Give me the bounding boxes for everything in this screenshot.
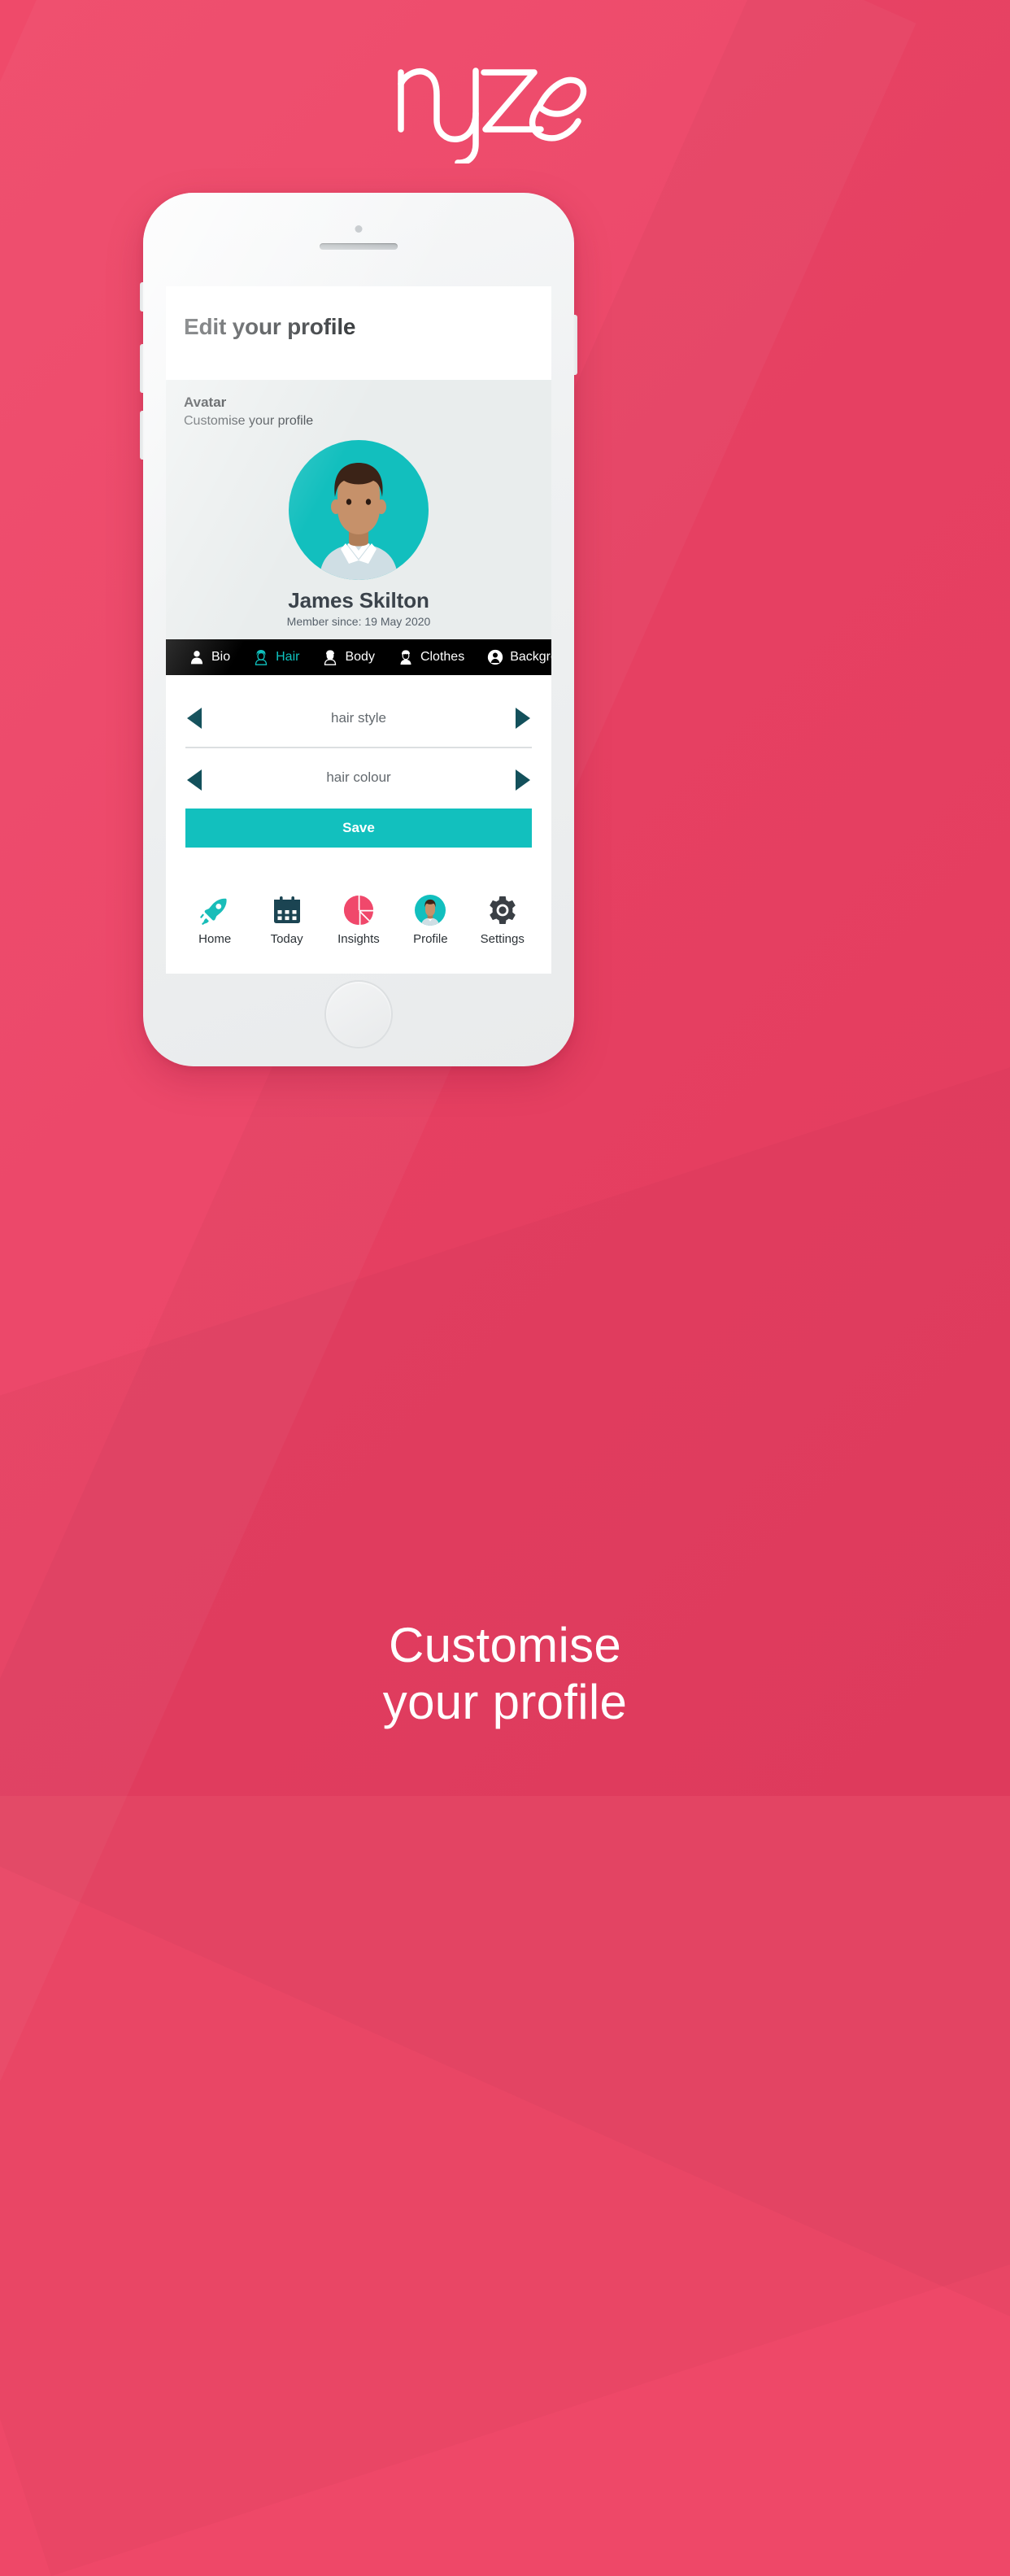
phone-home-button[interactable] — [324, 980, 393, 1048]
nav-label: Profile — [413, 932, 448, 946]
tab-hair[interactable]: Hair — [242, 639, 311, 675]
background-icon — [488, 649, 503, 665]
nav-item-today[interactable]: Today — [253, 894, 321, 946]
selector-label: hair colour — [326, 769, 391, 785]
body-icon — [324, 650, 337, 665]
calendar-icon — [273, 896, 300, 923]
tab-label: Bio — [211, 650, 231, 664]
bottom-navigation-bar: Home Today Insights Profile Settings — [166, 878, 551, 974]
rocket-icon — [200, 898, 227, 925]
speaker-grill-icon — [320, 243, 398, 250]
caption-line-2: your profile — [382, 1674, 628, 1729]
tab-clothes[interactable]: Clothes — [386, 639, 476, 675]
clothes-icon — [400, 650, 411, 665]
avatar-icon — [415, 895, 446, 926]
gear-icon — [489, 896, 516, 924]
nav-item-profile[interactable]: Profile — [396, 894, 464, 946]
pie-chart-icon — [343, 896, 373, 925]
front-camera-icon — [355, 225, 363, 233]
app-header: Edit your profile — [166, 286, 551, 380]
tab-label: Background — [510, 650, 551, 664]
page-title: Edit your profile — [184, 314, 356, 339]
promo-caption: Customise your profile — [0, 1617, 1010, 1731]
phone-power-button — [572, 315, 577, 375]
arrow-left-icon[interactable] — [187, 708, 202, 729]
avatar-category-tab-bar: Bio Hair Body Clothes Backgr — [166, 639, 551, 675]
avatar-subheading: Customise your profile — [184, 414, 314, 428]
tab-bio[interactable]: Bio — [177, 639, 242, 675]
selector-hair-style: hair style — [185, 690, 532, 748]
tab-label: Clothes — [420, 650, 465, 664]
person-icon — [190, 651, 203, 665]
tab-body[interactable]: Body — [311, 639, 385, 675]
option-selectors: hair style hair colour Save — [166, 675, 551, 878]
arrow-left-icon[interactable] — [187, 769, 202, 791]
nav-label: Insights — [337, 932, 380, 946]
phone-volume-down-button — [140, 411, 145, 460]
avatar-heading: Avatar — [184, 394, 227, 410]
user-avatar-illustration-icon[interactable] — [289, 440, 429, 580]
nav-item-insights[interactable]: Insights — [324, 894, 393, 946]
avatar-section: Avatar Customise your profile James Skil… — [166, 380, 551, 639]
tab-label: Body — [345, 650, 375, 664]
phone-silent-switch — [140, 282, 145, 312]
nav-label: Home — [198, 932, 232, 946]
tab-background[interactable]: Background — [476, 639, 551, 675]
nav-item-settings[interactable]: Settings — [468, 894, 537, 946]
caption-line-1: Customise — [388, 1617, 622, 1672]
nav-label: Settings — [480, 932, 525, 946]
ryze-logo — [0, 37, 1010, 168]
save-button[interactable]: Save — [185, 809, 532, 848]
avatar-user-name: James Skilton — [288, 588, 429, 612]
selector-label: hair style — [330, 710, 387, 726]
avatar-member-since: Member since: 19 May 2020 — [286, 615, 431, 628]
nav-label: Today — [270, 932, 303, 946]
arrow-right-icon[interactable] — [516, 708, 530, 729]
arrow-right-icon[interactable] — [516, 769, 530, 791]
app-screen: Edit your profile Avatar Customise your … — [166, 286, 551, 974]
hair-icon — [255, 650, 268, 665]
phone-mockup: Edit your profile Avatar Customise your … — [140, 193, 577, 1066]
nav-item-home[interactable]: Home — [181, 894, 249, 946]
phone-volume-up-button — [140, 344, 145, 393]
tab-label: Hair — [276, 650, 300, 664]
selector-hair-colour: hair colour — [185, 748, 532, 807]
